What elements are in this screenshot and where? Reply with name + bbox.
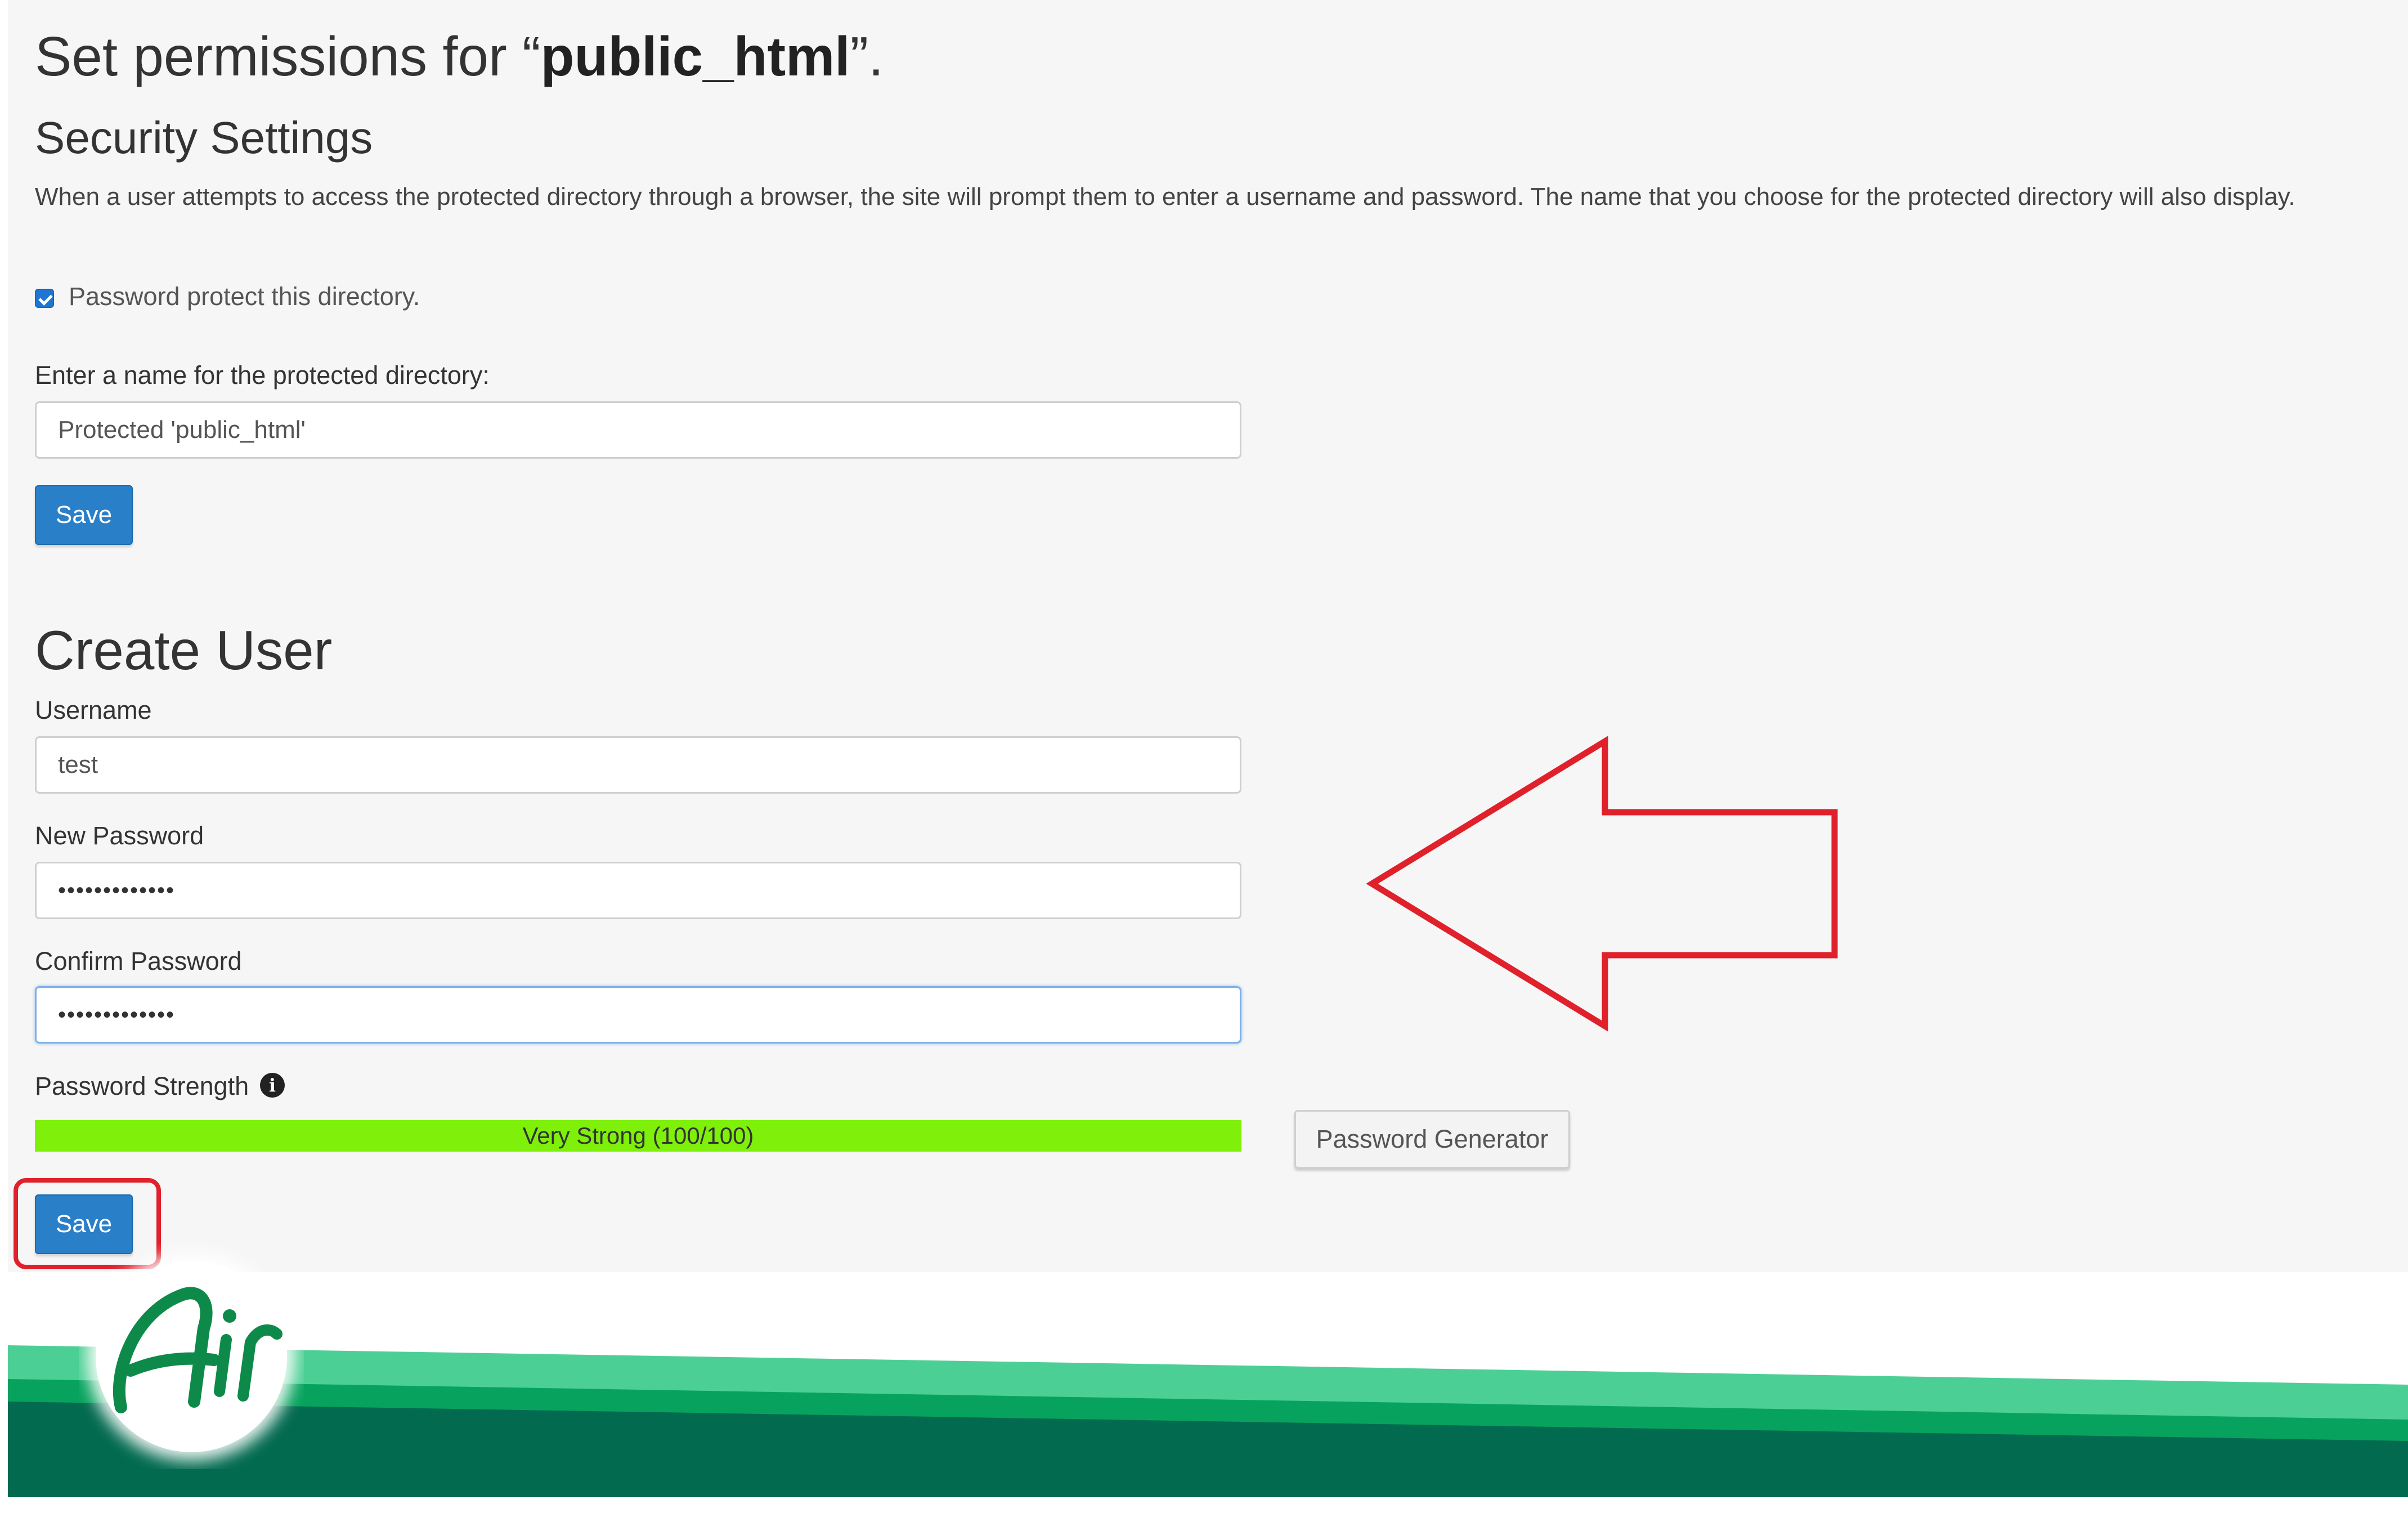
directory-name-input[interactable]: Protected 'public_html' — [35, 401, 1241, 459]
password-strength-meter: Very Strong (100/100) — [35, 1120, 1241, 1152]
info-icon[interactable]: i — [260, 1073, 285, 1098]
arrow-annotation-shape — [1366, 736, 1838, 1032]
page-root: Set permissions for “public_html”. Secur… — [0, 0, 2408, 1531]
logo-letter-i — [214, 1334, 232, 1397]
security-settings-description: When a user attempts to access the prote… — [35, 183, 2295, 211]
save-directory-name-button[interactable]: Save — [35, 485, 133, 545]
create-user-heading: Create User — [35, 619, 333, 681]
left-edge-strip — [0, 0, 8, 1278]
password-generator-button[interactable]: Password Generator — [1294, 1110, 1570, 1169]
page-title: Set permissions for “public_html”. — [35, 25, 884, 87]
password-strength-label: Password Strength — [35, 1072, 249, 1100]
confirm-password-input[interactable]: ••••••••••••• — [35, 986, 1241, 1044]
confirm-password-label: Confirm Password — [35, 947, 242, 975]
security-settings-heading: Security Settings — [35, 113, 373, 163]
password-strength-text: Very Strong (100/100) — [522, 1122, 754, 1149]
arrow-left-icon — [1366, 736, 1838, 1032]
password-protect-checkbox[interactable] — [35, 289, 54, 308]
directory-name: public_html — [540, 25, 850, 87]
banner-base — [8, 1458, 2408, 1497]
username-label: Username — [35, 696, 152, 724]
new-password-input[interactable]: ••••••••••••• — [35, 862, 1241, 919]
directory-name-label: Enter a name for the protected directory… — [35, 361, 490, 390]
password-protect-label[interactable]: Password protect this directory. — [69, 280, 420, 314]
new-password-label: New Password — [35, 821, 204, 850]
username-input[interactable]: test — [35, 736, 1241, 794]
bottom-brand-banner — [0, 1272, 2408, 1531]
logo-dot — [223, 1309, 236, 1323]
air-logo — [87, 1252, 295, 1461]
